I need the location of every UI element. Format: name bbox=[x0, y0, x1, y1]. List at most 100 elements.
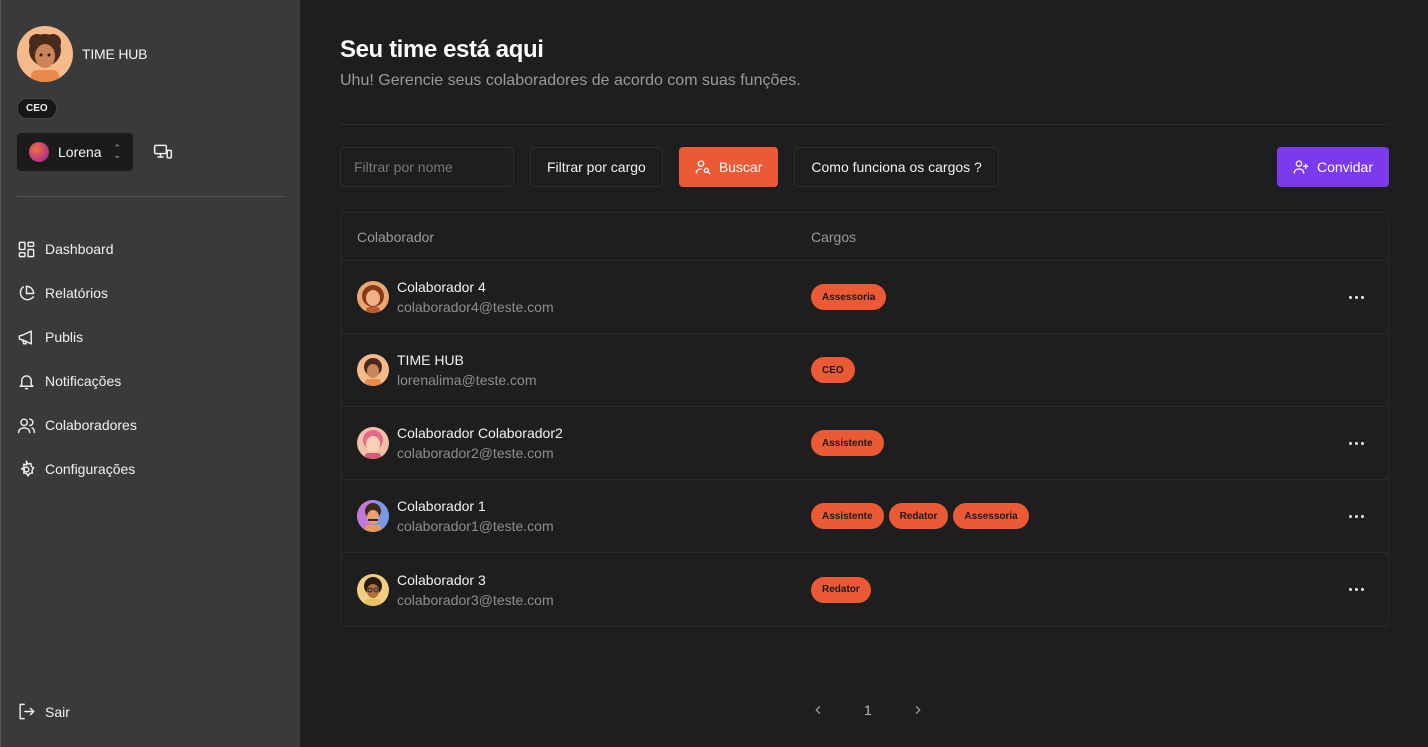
table-header: Colaborador Cargos bbox=[341, 213, 1388, 261]
more-options-icon[interactable] bbox=[1343, 290, 1370, 305]
search-button[interactable]: Buscar bbox=[678, 147, 779, 187]
role-tag: Redator bbox=[888, 503, 949, 529]
role-tag: Redator bbox=[811, 576, 871, 603]
workspace-name: Lorena bbox=[58, 144, 102, 160]
sidebar-item-label: Dashboard bbox=[45, 241, 114, 257]
table-row: TIME HUB lorenalima@teste.com CEO bbox=[341, 334, 1388, 407]
user-search-icon bbox=[695, 160, 711, 175]
user-cell: Colaborador 1 colaborador1@teste.com bbox=[341, 498, 811, 534]
chevron-right-icon bbox=[915, 705, 921, 715]
avatar bbox=[357, 354, 389, 386]
sidebar-item-notificacoes[interactable]: Notificações bbox=[17, 359, 284, 403]
role-tag: CEO bbox=[811, 357, 855, 383]
role-tag: Assessoria bbox=[953, 503, 1029, 529]
avatar bbox=[357, 573, 389, 606]
monitor-switch-icon bbox=[153, 144, 173, 159]
table-row: Colaborador 4 colaborador4@teste.com Ass… bbox=[341, 261, 1388, 334]
user-name: TIME HUB bbox=[397, 352, 464, 368]
sidebar-item-label: Relatórios bbox=[45, 285, 109, 301]
sidebar: TIME HUB CEO Lorena ⌃ ⌄ Dashboard Relató… bbox=[0, 0, 300, 747]
role-tag: Assistente bbox=[811, 503, 884, 529]
chevron-up-down-icon: ⌃ ⌄ bbox=[113, 143, 121, 160]
user-name: Colaborador 3 bbox=[397, 571, 486, 588]
user-email: colaborador2@teste.com bbox=[397, 445, 554, 461]
profile-name: TIME HUB bbox=[82, 46, 148, 62]
column-header-roles: Cargos bbox=[811, 228, 857, 245]
column-header-collaborator: Colaborador bbox=[357, 228, 435, 245]
avatar bbox=[357, 427, 389, 459]
logout-icon bbox=[19, 703, 35, 720]
role-tag: Assistente bbox=[811, 430, 884, 456]
actions-cell bbox=[1324, 509, 1388, 524]
sidebar-item-relatorios[interactable]: Relatórios bbox=[17, 271, 284, 315]
user-cell: Colaborador Colaborador2 colaborador2@te… bbox=[341, 425, 811, 461]
user-info: TIME HUB lorenalima@teste.com bbox=[397, 352, 537, 388]
avatar bbox=[17, 26, 73, 82]
user-plus-icon bbox=[1293, 160, 1309, 174]
page-subtitle: Uhu! Gerencie seus colaboradores de acor… bbox=[340, 72, 801, 89]
avatar bbox=[357, 500, 389, 532]
chevron-left-icon bbox=[815, 705, 821, 715]
user-email: lorenalima@teste.com bbox=[397, 372, 537, 388]
avatar bbox=[357, 281, 389, 313]
user-name: Colaborador 4 bbox=[397, 279, 486, 295]
user-name: Colaborador Colaborador2 bbox=[397, 425, 563, 441]
actions-cell bbox=[1324, 290, 1388, 305]
filter-role-button[interactable]: Filtrar por cargo bbox=[530, 147, 663, 187]
user-email: colaborador3@teste.com bbox=[397, 591, 554, 608]
current-page[interactable]: 1 bbox=[864, 702, 872, 718]
sidebar-item-label: Publis bbox=[45, 329, 84, 345]
invite-button-label: Convidar bbox=[1316, 159, 1373, 175]
actions-cell bbox=[1324, 436, 1388, 451]
table-row: Colaborador Colaborador2 colaborador2@te… bbox=[341, 407, 1388, 480]
sidebar-divider bbox=[17, 196, 285, 197]
next-page-button[interactable] bbox=[908, 700, 928, 720]
sidebar-item-colaboradores[interactable]: Colaboradores bbox=[17, 403, 284, 447]
sidebar-item-label: Colaboradores bbox=[45, 417, 137, 433]
profile: TIME HUB bbox=[17, 26, 284, 82]
switch-device-button[interactable] bbox=[151, 140, 175, 164]
bell-icon bbox=[19, 374, 34, 389]
sidebar-nav: Dashboard Relatórios Publis Notificações… bbox=[17, 227, 284, 491]
sidebar-item-publis[interactable]: Publis bbox=[17, 315, 284, 359]
table-row: Colaborador 1 colaborador1@teste.com Ass… bbox=[341, 480, 1388, 553]
more-options-icon[interactable] bbox=[1343, 436, 1370, 451]
user-cell: TIME HUB lorenalima@teste.com bbox=[341, 352, 811, 388]
user-email: colaborador1@teste.com bbox=[397, 518, 554, 534]
role-badge: CEO bbox=[17, 98, 57, 119]
user-cell: Colaborador 4 colaborador4@teste.com bbox=[341, 279, 811, 315]
user-cell: Colaborador 3 colaborador3@teste.com bbox=[341, 572, 811, 608]
logout-button[interactable]: Sair bbox=[17, 702, 70, 721]
more-options-icon[interactable] bbox=[1343, 582, 1370, 597]
how-roles-work-button[interactable]: Como funciona os cargos ? bbox=[794, 147, 999, 187]
workspace-select[interactable]: Lorena ⌃ ⌄ bbox=[17, 133, 133, 171]
user-info: Colaborador Colaborador2 colaborador2@te… bbox=[397, 425, 563, 461]
logout-label: Sair bbox=[45, 703, 70, 720]
pie-chart-icon bbox=[19, 285, 35, 300]
filter-name-input[interactable] bbox=[340, 147, 514, 187]
search-button-label: Buscar bbox=[718, 159, 763, 175]
sidebar-item-dashboard[interactable]: Dashboard bbox=[17, 227, 284, 271]
user-name: Colaborador 1 bbox=[397, 498, 486, 514]
user-email: colaborador4@teste.com bbox=[397, 299, 554, 315]
more-options-icon[interactable] bbox=[1343, 509, 1370, 524]
header-divider bbox=[340, 124, 1389, 125]
megaphone-icon bbox=[18, 329, 32, 345]
workspace-row: Lorena ⌃ ⌄ bbox=[17, 133, 284, 171]
actions-cell bbox=[1324, 582, 1388, 597]
page-title: Seu time está aqui bbox=[340, 36, 544, 63]
dashboard-icon bbox=[18, 241, 35, 257]
pagination: 1 bbox=[808, 700, 928, 720]
table-row: Colaborador 3 colaborador3@teste.com Red… bbox=[341, 553, 1388, 626]
collaborators-table: Colaborador Cargos Colaborador 4 colabor… bbox=[340, 212, 1389, 627]
gear-icon bbox=[20, 459, 35, 477]
sidebar-item-configuracoes[interactable]: Configurações bbox=[17, 447, 284, 491]
roles-cell: CEO bbox=[811, 357, 1324, 383]
invite-button[interactable]: Convidar bbox=[1277, 147, 1389, 187]
user-info: Colaborador 4 colaborador4@teste.com bbox=[397, 279, 554, 315]
workspace-avatar bbox=[29, 142, 49, 162]
roles-cell: Redator bbox=[811, 576, 1324, 603]
roles-cell: Assessoria bbox=[811, 284, 1324, 310]
previous-page-button[interactable] bbox=[808, 700, 828, 720]
user-info: Colaborador 1 colaborador1@teste.com bbox=[397, 498, 554, 534]
